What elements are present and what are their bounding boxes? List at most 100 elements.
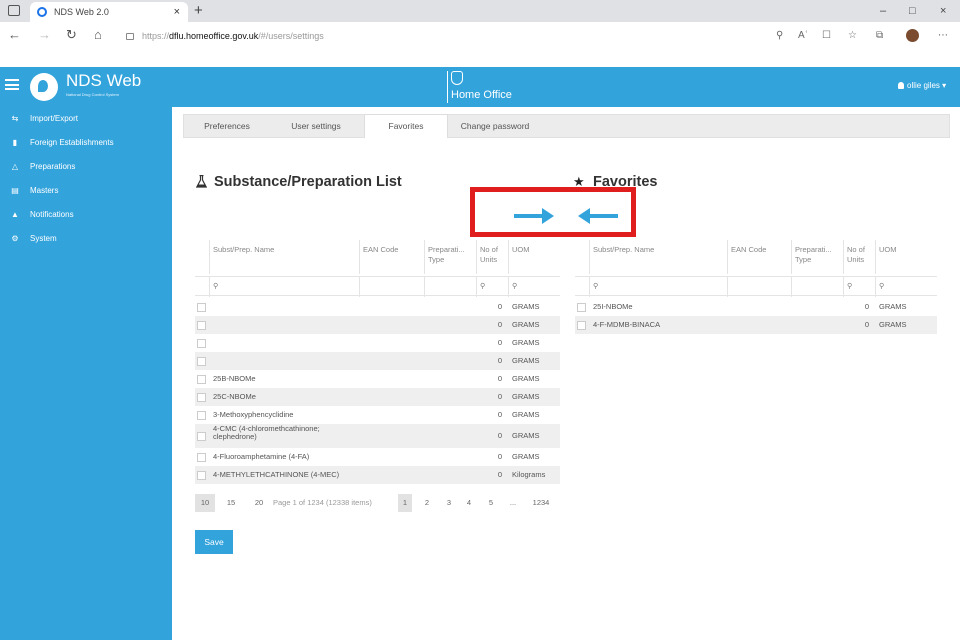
ean-filter-input[interactable]	[359, 277, 424, 297]
ean-filter-input[interactable]	[727, 277, 791, 297]
page-number[interactable]: 5	[484, 494, 498, 512]
column-header-uom[interactable]: UOM	[508, 240, 560, 274]
type-filter-input[interactable]	[791, 277, 843, 297]
table-row[interactable]: 25B-NBOMe 0 GRAMS	[195, 370, 560, 388]
column-header-type[interactable]: Preparati... Type	[791, 240, 843, 274]
reload-icon[interactable]: ↻	[66, 25, 77, 45]
sidebar-item-notifications[interactable]: ▲ Notifications	[0, 205, 172, 227]
tab-preferences[interactable]: Preferences	[192, 115, 262, 137]
row-checkbox[interactable]	[197, 470, 206, 480]
page-size-option[interactable]: 15	[223, 494, 239, 512]
nds-logo-icon	[30, 73, 58, 101]
forward-icon[interactable]: →	[38, 25, 51, 45]
page-ellipsis[interactable]: ...	[503, 494, 523, 512]
url-prefix: https://	[142, 31, 170, 41]
extensions-icon[interactable]: ☐	[822, 27, 831, 45]
table-row[interactable]: 4-Fluoroamphetamine (4-FA) 0 GRAMS	[195, 448, 560, 466]
search-page-icon[interactable]: ⚲	[776, 27, 783, 45]
name-filter-input[interactable]: ⚲	[209, 277, 359, 297]
save-button[interactable]: Save	[195, 530, 233, 554]
cell-units: 0	[497, 392, 502, 401]
units-filter-input[interactable]: ⚲	[843, 277, 875, 297]
hamburger-menu-icon[interactable]	[5, 79, 19, 90]
table-row[interactable]: 25I-NBOMe 0 GRAMS	[575, 298, 937, 316]
user-menu[interactable]: ollie giles ▾	[898, 81, 946, 90]
sidebar-item-label: System	[30, 234, 57, 243]
type-filter-input[interactable]	[424, 277, 476, 297]
cell-units: 0	[497, 302, 502, 311]
row-checkbox[interactable]	[197, 338, 206, 348]
column-header-units[interactable]: No of Units	[843, 240, 875, 274]
page-size-option[interactable]: 20	[251, 494, 267, 512]
column-header-name[interactable]: Subst/Prep. Name	[589, 240, 727, 274]
row-checkbox[interactable]	[577, 320, 586, 330]
new-tab-button[interactable]: +	[194, 1, 203, 21]
page-size-option[interactable]: 10	[195, 494, 215, 512]
row-checkbox[interactable]	[197, 320, 206, 330]
browser-tab[interactable]: NDS Web 2.0 ×	[30, 2, 188, 22]
cell-uom: GRAMS	[879, 302, 907, 311]
tab-change-password[interactable]: Change password	[454, 115, 536, 137]
more-menu-icon[interactable]: ⋯	[938, 27, 948, 45]
sidebar-item-masters[interactable]: ▤ Masters	[0, 181, 172, 203]
minimize-button[interactable]: –	[880, 2, 886, 20]
sidebar-item-foreign-establishments[interactable]: ▮ Foreign Establishments	[0, 133, 172, 155]
tab-close-icon[interactable]: ×	[174, 2, 180, 22]
close-window-button[interactable]: ×	[940, 2, 946, 20]
cell-uom: GRAMS	[879, 320, 907, 329]
sidebar-item-system[interactable]: ⚙ System	[0, 229, 172, 251]
table-row[interactable]: 0 GRAMS	[195, 316, 560, 334]
cell-name: 4-F-MDMB-BINACA	[593, 320, 661, 329]
favorites-star-icon[interactable]: ☆	[848, 27, 857, 45]
table-row[interactable]: 0 GRAMS	[195, 298, 560, 316]
table-row[interactable]: 25C-NBOMe 0 GRAMS	[195, 388, 560, 406]
table-row[interactable]: 3-Methoxyphencyclidine 0 GRAMS	[195, 406, 560, 424]
column-header-ean[interactable]: EAN Code	[727, 240, 791, 274]
uom-filter-input[interactable]: ⚲	[508, 277, 560, 297]
tab-actions-icon[interactable]	[8, 5, 20, 16]
collections-icon[interactable]: ⧉	[876, 27, 883, 45]
home-icon[interactable]: ⌂	[94, 25, 102, 45]
row-checkbox[interactable]	[197, 431, 206, 441]
profile-avatar[interactable]	[906, 29, 919, 42]
sidebar-item-label: Masters	[30, 186, 59, 195]
column-header-type[interactable]: Preparati... Type	[424, 240, 474, 274]
tab-user-settings[interactable]: User settings	[276, 115, 356, 137]
flask-icon: △	[11, 162, 19, 171]
column-header-name[interactable]: Subst/Prep. Name	[209, 240, 355, 274]
units-filter-input[interactable]: ⚲	[476, 277, 508, 297]
row-checkbox[interactable]	[197, 356, 206, 366]
row-checkbox[interactable]	[197, 452, 206, 462]
read-aloud-icon[interactable]: Aʿ	[798, 27, 808, 45]
column-header-units[interactable]: No of Units	[476, 240, 508, 274]
table-row[interactable]: 0 GRAMS	[195, 352, 560, 370]
page-number[interactable]: 4	[462, 494, 476, 512]
user-icon	[898, 82, 904, 89]
page-number[interactable]: 3	[442, 494, 456, 512]
cell-units: 0	[864, 302, 869, 311]
table-row[interactable]: 4-METHYLETHCATHINONE (4-MEC) 0 Kilograms	[195, 466, 560, 484]
row-checkbox[interactable]	[197, 392, 206, 402]
table-row[interactable]: 4-F-MDMB-BINACA 0 GRAMS	[575, 316, 937, 334]
maximize-button[interactable]: □	[909, 2, 916, 20]
row-checkbox[interactable]	[197, 302, 206, 312]
filter-row: ⚲ ⚲ ⚲	[195, 276, 560, 297]
url-field[interactable]: https://dflu.homeoffice.gov.uk/#/users/s…	[126, 28, 766, 45]
sidebar-item-label: Preparations	[30, 162, 76, 171]
row-checkbox[interactable]	[577, 302, 586, 312]
uom-filter-input[interactable]: ⚲	[875, 277, 937, 297]
name-filter-input[interactable]: ⚲	[589, 277, 727, 297]
column-header-uom[interactable]: UOM	[875, 240, 937, 274]
sidebar-item-import-export[interactable]: ⇆ Import/Export	[0, 109, 172, 131]
sidebar-item-preparations[interactable]: △ Preparations	[0, 157, 172, 179]
page-number[interactable]: 1	[398, 494, 412, 512]
row-checkbox[interactable]	[197, 374, 206, 384]
back-icon[interactable]: ←	[8, 25, 21, 45]
column-header-ean[interactable]: EAN Code	[359, 240, 423, 274]
table-row[interactable]: 0 GRAMS	[195, 334, 560, 352]
page-number[interactable]: 2	[420, 494, 434, 512]
table-row[interactable]: 4-CMC (4-chloromethcathinone; clephedron…	[195, 424, 560, 448]
row-checkbox[interactable]	[197, 410, 206, 420]
tab-favorites[interactable]: Favorites	[364, 114, 448, 138]
page-number[interactable]: 1234	[529, 494, 553, 512]
